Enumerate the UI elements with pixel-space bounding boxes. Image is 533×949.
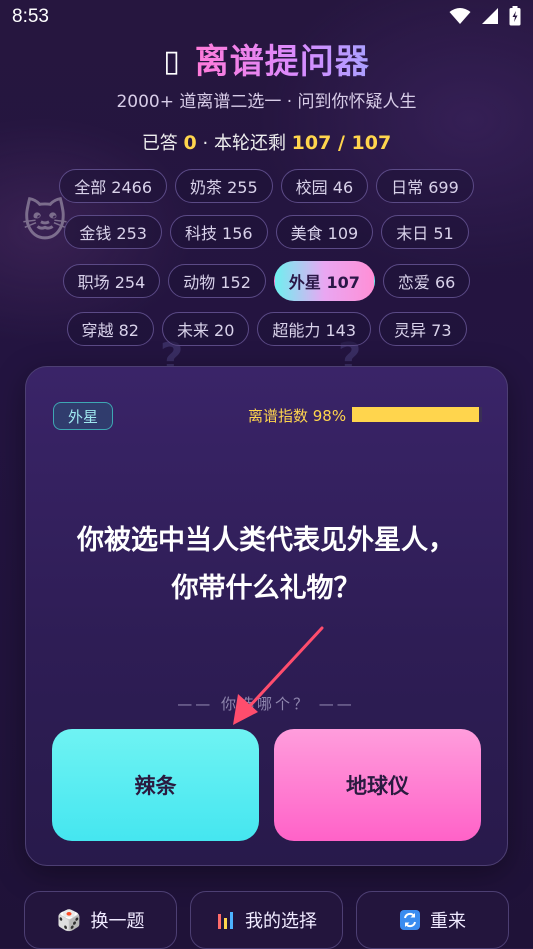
progress-middle: · 本轮还剩 [196,133,292,154]
category-chip[interactable]: 全部 2466 [59,169,168,203]
round-progress: 已答 0 · 本轮还剩 107 / 107 [0,129,533,155]
category-chip[interactable]: 恋爱 66 [382,264,471,298]
page-title-text: 离谱提问器 [194,42,370,82]
remaining-count: 107 [291,132,332,154]
question-card: 外星 离谱指数 98% 你被选中当人类代表见外星人， 你带什么礼物？ —— 你选… [25,366,508,866]
absurd-index-label: 离谱指数 98% [248,407,347,425]
dice-icon: 🎲 [56,908,82,932]
category-tag: 外星 [53,402,114,430]
wifi-icon [449,8,471,24]
my-choices-button[interactable]: 我的选择 [190,891,343,949]
absurd-index-bar [352,407,482,422]
category-chip[interactable]: 动物 152 [168,264,266,298]
category-chip[interactable]: 穿越 82 [66,312,154,346]
status-bar: 8:53 [0,0,533,36]
category-chip[interactable]: 美食 109 [275,215,374,249]
category-row: 穿越 82 未来 20 超能力 143 灵异 73 [0,312,533,346]
bar-chart-icon [218,912,233,929]
option-b-button[interactable]: 地球仪 [274,729,481,841]
my-choices-label: 我的选择 [245,911,317,932]
category-chip[interactable]: 职场 254 [62,264,161,298]
restart-label: 重来 [430,911,466,932]
category-chip-active[interactable]: 外星 107 [273,261,375,301]
category-chip[interactable]: 日常 699 [376,169,474,203]
category-chip[interactable]: 未来 20 [161,312,250,346]
status-icons [449,6,521,26]
bottom-action-bar: 🎲 换一题 我的选择 重来 [0,891,533,949]
category-row: 职场 254 动物 152 外星 107 恋爱 66 [0,261,533,301]
skip-question-button[interactable]: 🎲 换一题 [24,891,177,949]
category-chip[interactable]: 奶茶 255 [175,169,273,203]
category-chip[interactable]: 末日 51 [381,215,469,249]
category-chip[interactable]: 金钱 253 [64,215,162,249]
choice-prompt: —— 你选哪个？ —— [177,695,355,713]
category-chip[interactable]: 超能力 143 [257,312,372,346]
status-time: 8:53 [12,6,49,27]
absurd-index-fill [352,407,480,422]
category-chip[interactable]: 校园 46 [280,169,369,203]
category-row: 金钱 253 科技 156 美食 109 末日 51 [0,215,533,249]
title-logo-icon: ▯ [163,44,181,79]
battery-icon [509,6,521,26]
question-line: 你被选中当人类代表见外星人， [77,525,455,556]
skip-question-label: 换一题 [90,911,145,932]
category-chip[interactable]: 灵异 73 [379,312,467,346]
total-count: 107 [351,132,392,154]
signal-icon [482,8,498,24]
progress-prefix: 已答 [141,133,184,154]
page-title: ▯ 离谱提问器 [0,34,533,83]
answered-count: 0 [183,132,197,154]
question-text: 你被选中当人类代表见外星人， 你带什么礼物？ [26,517,506,613]
category-row: 全部 2466 奶茶 255 校园 46 日常 699 [0,169,533,203]
page-subtitle: 2000+ 道离谱二选一 · 问到你怀疑人生 [116,92,417,112]
progress-separator: / [331,132,352,154]
category-chip[interactable]: 科技 156 [169,215,268,249]
refresh-icon [400,910,420,930]
question-line: 你带什么礼物？ [171,573,361,604]
restart-button[interactable]: 重来 [356,891,509,949]
option-a-button[interactable]: 辣条 [52,729,259,841]
